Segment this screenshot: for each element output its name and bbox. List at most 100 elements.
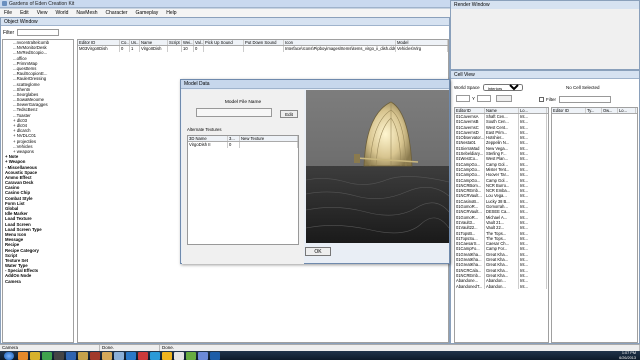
taskbar: 1:07 PM 6/26/2013 bbox=[0, 351, 640, 360]
object-grid-body: M03VirgoIIDish 0 1 VirgoIIDish 10 0 Interface\… bbox=[78, 46, 448, 52]
filter-input[interactable] bbox=[17, 29, 60, 36]
menu-world[interactable]: World bbox=[55, 10, 68, 16]
app-icon bbox=[2, 1, 7, 6]
column-header[interactable]: EditorID bbox=[455, 108, 485, 113]
ok-button[interactable]: OK bbox=[305, 247, 331, 256]
app-icon-8[interactable] bbox=[198, 351, 208, 360]
cell-filter-input[interactable] bbox=[559, 96, 611, 103]
model-file-name-label: Model File Name bbox=[224, 100, 262, 105]
object-tree[interactable]: ...nvcentraltelcomb ...NVMonitorDesk ...NV… bbox=[2, 39, 74, 343]
spotify-icon[interactable] bbox=[186, 351, 196, 360]
menu-gameplay[interactable]: Gameplay bbox=[135, 10, 158, 16]
tree-item[interactable]: Camera bbox=[3, 279, 73, 284]
geck-icon[interactable] bbox=[102, 351, 112, 360]
cell: Abandon... bbox=[485, 283, 519, 289]
reference-list[interactable]: Editor ID Ty... Ow... Lo... bbox=[551, 107, 638, 343]
menu-view[interactable]: View bbox=[37, 10, 48, 16]
y-input[interactable] bbox=[477, 95, 492, 102]
column-header[interactable]: Name bbox=[485, 108, 519, 113]
filter-checkbox[interactable] bbox=[539, 97, 544, 102]
clock-date: 6/26/2013 bbox=[619, 355, 636, 360]
dialog-left-panel: Model File Name Edit Alternate Textures … bbox=[182, 90, 304, 264]
cell bbox=[204, 46, 244, 52]
taskbar-clock[interactable]: 1:07 PM 6/26/2013 bbox=[619, 351, 636, 360]
column-header[interactable]: Model bbox=[396, 40, 448, 45]
cell: 0 bbox=[228, 142, 240, 148]
x-input[interactable] bbox=[456, 95, 470, 102]
app-icon-7[interactable] bbox=[174, 351, 184, 360]
steam-icon[interactable] bbox=[54, 351, 64, 360]
dialog-title: Model Data bbox=[181, 80, 449, 89]
firefox-icon[interactable] bbox=[18, 351, 28, 360]
cell-view-title: Cell View bbox=[451, 71, 639, 79]
model-data-dialog: Model Data Model File Name Edit Alternat… bbox=[180, 79, 450, 264]
cell: Vehicles\Virg bbox=[396, 46, 448, 52]
cell: M03VirgoIIDish bbox=[78, 46, 120, 52]
game-icon[interactable] bbox=[90, 351, 100, 360]
column-header[interactable]: Editor ID bbox=[552, 108, 586, 113]
cell: VirgoDish II bbox=[188, 142, 228, 148]
menu-file[interactable]: File bbox=[4, 10, 12, 16]
column-header[interactable]: 3... bbox=[228, 136, 240, 141]
column-header[interactable]: Name bbox=[140, 40, 168, 45]
cell: 0 bbox=[194, 46, 204, 52]
column-header[interactable]: Co... bbox=[120, 40, 130, 45]
column-header[interactable]: Ty... bbox=[586, 108, 602, 113]
column-header[interactable]: Lo... bbox=[618, 108, 636, 113]
cell: AbandonedT... bbox=[455, 283, 485, 289]
column-header[interactable]: Val... bbox=[194, 40, 204, 45]
render-window[interactable]: Render Window bbox=[450, 0, 640, 70]
filter-label: Filter bbox=[3, 29, 15, 36]
menu-bar: File Edit View World NavMesh Character G… bbox=[0, 9, 450, 17]
menu-navmesh[interactable]: NavMesh bbox=[76, 10, 97, 16]
app-icon-2[interactable] bbox=[114, 351, 124, 360]
column-header[interactable]: Lo... bbox=[519, 108, 547, 113]
column-header[interactable]: New Texture bbox=[240, 136, 298, 141]
alternate-textures-table[interactable]: 3D Name 3... New Texture VirgoDish II 0 bbox=[187, 135, 299, 245]
edit-button[interactable]: Edit bbox=[280, 110, 298, 118]
column-header[interactable]: Icon bbox=[284, 40, 396, 45]
world-space-label: World Space bbox=[454, 85, 480, 90]
model-preview-viewport[interactable] bbox=[306, 90, 449, 243]
status-bar: Camera Done. Done. bbox=[0, 344, 640, 351]
app-icon-6[interactable] bbox=[162, 351, 172, 360]
chat-icon[interactable] bbox=[66, 351, 76, 360]
column-header[interactable]: Put Down Sound bbox=[244, 40, 284, 45]
menu-edit[interactable]: Edit bbox=[20, 10, 29, 16]
folder-icon[interactable] bbox=[30, 351, 40, 360]
cell bbox=[240, 142, 298, 148]
column-header[interactable]: Script bbox=[168, 40, 182, 45]
column-header[interactable]: 3D Name bbox=[188, 136, 228, 141]
menu-character[interactable]: Character bbox=[106, 10, 128, 16]
clock-time: 1:07 PM bbox=[621, 351, 636, 355]
model-file-name-field bbox=[196, 108, 272, 117]
cell bbox=[168, 46, 182, 52]
app-icon-5[interactable] bbox=[150, 351, 160, 360]
object-filter: Filter bbox=[3, 29, 60, 36]
column-header[interactable]: Wei... bbox=[182, 40, 194, 45]
y-label: Y bbox=[472, 96, 476, 101]
start-button[interactable] bbox=[4, 351, 14, 360]
texture-row[interactable]: VirgoDish II 0 bbox=[188, 142, 298, 148]
reference-list-header: Editor ID Ty... Ow... Lo... bbox=[552, 108, 637, 114]
app-icon-4[interactable] bbox=[138, 351, 148, 360]
cell-row[interactable]: AbandonedT... Abandon... Int... bbox=[455, 283, 548, 289]
warcraft-icon[interactable] bbox=[78, 351, 88, 360]
alternate-textures-label: Alternate Textures bbox=[187, 127, 222, 132]
menu-help[interactable]: Help bbox=[166, 10, 176, 16]
app-icon-3[interactable] bbox=[126, 351, 136, 360]
cell-list-body: 01CavernsA Shaft Cen... Int... 01CavernsB So… bbox=[455, 114, 548, 289]
column-header[interactable]: Pick Up Sound bbox=[204, 40, 244, 45]
column-header[interactable]: Ow... bbox=[602, 108, 618, 113]
cell-list[interactable]: EditorID Name Lo... 01CavernsA Shaft Cen...… bbox=[454, 107, 549, 343]
column-header[interactable]: Editor ID bbox=[78, 40, 120, 45]
world-space-select[interactable]: Interiors bbox=[482, 84, 523, 91]
media-icon[interactable] bbox=[42, 351, 52, 360]
column-header[interactable]: Us... bbox=[130, 40, 140, 45]
go-button[interactable] bbox=[496, 95, 513, 102]
app-icon-9[interactable] bbox=[210, 351, 220, 360]
cell: Interface\Icons\Pipboyimages\Items\items… bbox=[285, 46, 396, 52]
cell: 0 bbox=[120, 46, 130, 52]
cell: Int... bbox=[519, 283, 547, 289]
table-row[interactable]: M03VirgoIIDish 0 1 VirgoIIDish 10 0 Interface\… bbox=[78, 46, 448, 52]
